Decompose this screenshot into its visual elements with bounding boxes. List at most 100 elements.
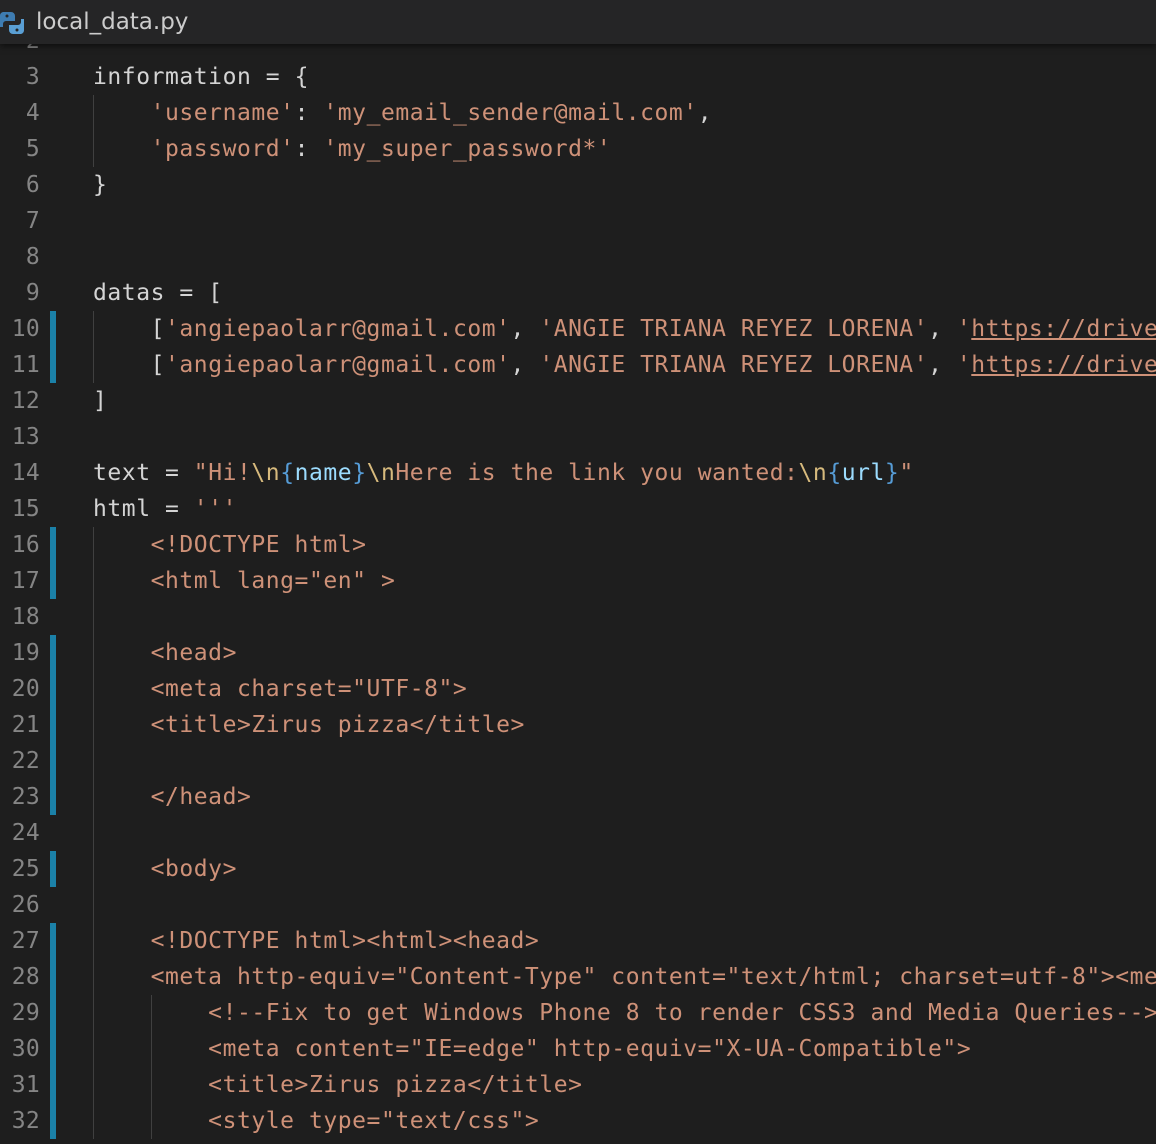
token: , — [928, 316, 957, 342]
modified-line-indicator[interactable] — [50, 851, 56, 887]
code-line: 15 html = ''' — [0, 491, 1156, 527]
line-number: 17 — [11, 568, 40, 594]
modified-line-indicator[interactable] — [50, 1103, 56, 1139]
string-token: 'username' — [150, 100, 295, 126]
url-link[interactable]: https://drive — [971, 316, 1156, 342]
modified-line-indicator[interactable] — [50, 1031, 56, 1067]
line-number: 15 — [11, 496, 40, 522]
line-number: 5 — [25, 136, 40, 162]
line-number: 7 — [25, 208, 40, 234]
brace-token: { — [280, 460, 295, 486]
line-number: 32 — [11, 1108, 40, 1134]
modified-line-indicator[interactable] — [50, 563, 56, 599]
code-text[interactable]: ] — [93, 383, 107, 419]
modified-line-indicator[interactable] — [50, 779, 56, 815]
code-text[interactable]: 'password': 'my_super_password*' — [93, 131, 611, 167]
code-line: 6 } — [0, 167, 1156, 203]
code-text[interactable]: text = "Hi!\n{name}\nHere is the link yo… — [93, 455, 914, 491]
code-text[interactable]: <body> — [93, 851, 237, 887]
code-text[interactable]: 'username': 'my_email_sender@mail.com', — [93, 95, 712, 131]
code-text[interactable]: <style type="text/css"> — [93, 1103, 539, 1139]
code-text[interactable]: <meta content="IE=edge" http-equiv="X-UA… — [93, 1031, 971, 1067]
modified-line-indicator[interactable] — [50, 527, 56, 563]
token: , — [510, 316, 540, 342]
string-token: 'ANGIE TRIANA REYEZ LORENA' — [539, 352, 929, 378]
code-line: 29 <!--Fix to get Windows Phone 8 to ren… — [0, 995, 1156, 1031]
code-text[interactable]: <meta charset="UTF-8"> — [93, 671, 467, 707]
token: datas — [93, 280, 165, 306]
modified-line-indicator[interactable] — [50, 923, 56, 959]
code-text[interactable]: ['angiepaolarr@gmail.com', 'ANGIE TRIANA… — [93, 347, 1156, 383]
line-number: 19 — [11, 640, 40, 666]
code-text[interactable]: <html lang="en" > — [93, 563, 395, 599]
code-text[interactable]: ['angiepaolarr@gmail.com', 'ANGIE TRIANA… — [93, 311, 1156, 347]
modified-line-indicator[interactable] — [50, 635, 56, 671]
code-text[interactable]: <title>Zirus pizza</title> — [93, 1067, 583, 1103]
string-token: 'password' — [150, 136, 295, 162]
indent-guide — [93, 815, 94, 851]
string-token: "Hi! — [193, 460, 252, 486]
line-number: 12 — [11, 388, 40, 414]
code-line: 14 text = "Hi!\n{name}\nHere is the link… — [0, 455, 1156, 491]
escape-token: \n — [798, 460, 828, 486]
line-number: 21 — [11, 712, 40, 738]
code-line: 10 ['angiepaolarr@gmail.com', 'ANGIE TRI… — [0, 311, 1156, 347]
string-token: 'angiepaolarr@gmail.com' — [165, 352, 511, 378]
token: : — [294, 100, 324, 126]
code-text[interactable]: <title>Zirus pizza</title> — [93, 707, 525, 743]
token: = { — [251, 64, 309, 90]
code-text[interactable]: } — [93, 167, 107, 203]
code-line: 22 — [0, 743, 1156, 779]
code-line: 16 <!DOCTYPE html> — [0, 527, 1156, 563]
line-number: 20 — [11, 676, 40, 702]
token: = — [150, 496, 194, 522]
line-number: 29 — [11, 1000, 40, 1026]
brace-token: } — [884, 460, 900, 486]
code-line: 20 <meta charset="UTF-8"> — [0, 671, 1156, 707]
modified-line-indicator[interactable] — [50, 743, 56, 779]
code-text[interactable]: <!DOCTYPE html><html><head> — [93, 923, 539, 959]
code-editor[interactable]: 2 3 information = { 4 'username': 'my_em… — [0, 23, 1156, 1144]
tab-filename[interactable]: local_data.py — [36, 8, 188, 36]
url-link[interactable]: https://drive — [971, 352, 1156, 378]
line-number: 23 — [11, 784, 40, 810]
code-text[interactable]: <!DOCTYPE html> — [93, 527, 367, 563]
token: , — [510, 352, 540, 378]
token: [ — [93, 352, 165, 378]
code-text[interactable]: html = ''' — [93, 491, 237, 527]
code-line: 25 <body> — [0, 851, 1156, 887]
modified-line-indicator[interactable] — [50, 707, 56, 743]
code-line: 28 <meta http-equiv="Content-Type" conte… — [0, 959, 1156, 995]
code-text[interactable]: datas = [ — [93, 275, 223, 311]
token: information — [93, 64, 252, 90]
code-text[interactable]: </head> — [93, 779, 251, 815]
token: text — [93, 460, 151, 486]
code-line: 12 ] — [0, 383, 1156, 419]
modified-line-indicator[interactable] — [50, 1067, 56, 1103]
string-token: 'my_email_sender@mail.com' — [323, 100, 698, 126]
line-number: 27 — [11, 928, 40, 954]
code-text[interactable]: <!--Fix to get Windows Phone 8 to render… — [93, 995, 1156, 1031]
modified-line-indicator[interactable] — [50, 311, 56, 347]
variable-token: name — [294, 460, 353, 486]
code-line: 19 <head> — [0, 635, 1156, 671]
code-line: 5 'password': 'my_super_password*' — [0, 131, 1156, 167]
line-number: 18 — [11, 604, 40, 630]
editor-tab[interactable]: local_data.py — [0, 0, 1156, 44]
line-number: 4 — [25, 100, 40, 126]
token: , — [697, 100, 713, 126]
code-text[interactable]: information = { — [93, 59, 309, 95]
modified-line-indicator[interactable] — [50, 347, 56, 383]
line-number: 22 — [11, 748, 40, 774]
modified-line-indicator[interactable] — [50, 671, 56, 707]
modified-line-indicator[interactable] — [50, 959, 56, 995]
string-token: 'angiepaolarr@gmail.com' — [165, 316, 511, 342]
brace-token: } — [352, 460, 367, 486]
code-text[interactable]: <head> — [93, 635, 237, 671]
code-text[interactable]: <meta http-equiv="Content-Type" content=… — [93, 959, 1156, 995]
modified-line-indicator[interactable] — [50, 995, 56, 1031]
line-number: 8 — [25, 244, 40, 270]
code-line: 26 — [0, 887, 1156, 923]
